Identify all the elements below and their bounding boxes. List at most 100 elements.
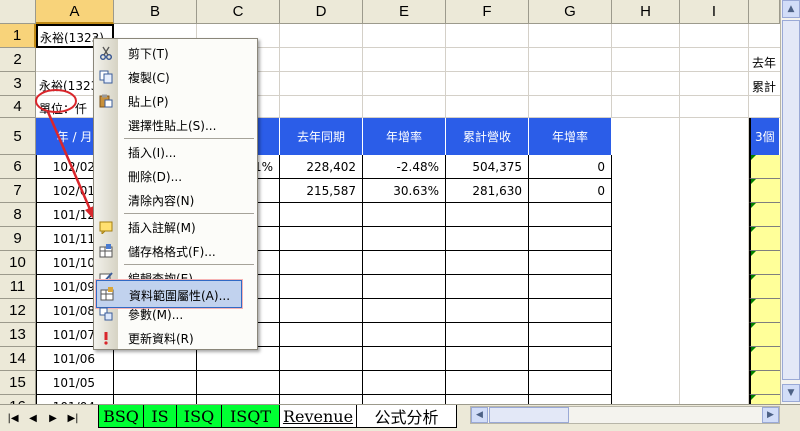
menu-item-parameters[interactable]: 參數(M)...: [94, 302, 257, 326]
table-cell[interactable]: [529, 395, 612, 404]
table-cell[interactable]: [197, 395, 280, 404]
tab-bsq[interactable]: BSQ: [98, 405, 143, 428]
scroll-up-button[interactable]: ▲: [782, 0, 800, 18]
tab-revenue[interactable]: Revenue: [279, 405, 357, 428]
column-header-h[interactable]: H: [612, 0, 680, 24]
table-cell[interactable]: [529, 323, 612, 347]
row-header-13[interactable]: 13: [0, 323, 36, 347]
table-cell[interactable]: [280, 323, 363, 347]
menu-item-paste-special[interactable]: 選擇性貼上(S)...: [94, 113, 257, 137]
table-cell[interactable]: [280, 395, 363, 404]
row-header-14[interactable]: 14: [0, 347, 36, 371]
table-cell[interactable]: [529, 227, 612, 251]
table-cell[interactable]: [446, 347, 529, 371]
column-header-e[interactable]: E: [363, 0, 446, 24]
next-sheet-icon[interactable]: ▶: [46, 410, 60, 426]
table-cell[interactable]: [529, 347, 612, 371]
table-cell[interactable]: [114, 347, 197, 371]
table-cell[interactable]: [446, 251, 529, 275]
row-header-2[interactable]: 2: [0, 48, 36, 72]
row-header-10[interactable]: 10: [0, 251, 36, 275]
tab-isq[interactable]: ISQ: [176, 405, 221, 428]
prev-sheet-icon[interactable]: ◀: [26, 410, 40, 426]
header-last-year[interactable]: 去年同期: [280, 118, 363, 155]
table-cell[interactable]: [114, 395, 197, 404]
table-cell[interactable]: [446, 371, 529, 395]
table-cell[interactable]: [446, 395, 529, 404]
cell-j2[interactable]: 去年: [752, 54, 776, 71]
yellow-cell[interactable]: [749, 323, 780, 347]
table-cell[interactable]: [529, 251, 612, 275]
table-cell[interactable]: 281,630: [446, 179, 529, 203]
table-cell[interactable]: 0: [529, 155, 612, 179]
table-cell-year-month[interactable]: 101/05: [36, 371, 114, 395]
hscroll-thumb[interactable]: [489, 407, 569, 423]
table-cell[interactable]: [529, 203, 612, 227]
yellow-cell[interactable]: [749, 179, 780, 203]
table-cell[interactable]: [280, 347, 363, 371]
tab-formula-analysis[interactable]: 公式分析: [357, 405, 457, 428]
select-all-corner[interactable]: [0, 0, 36, 24]
menu-item-copy[interactable]: 複製(C): [94, 65, 257, 89]
table-cell[interactable]: [446, 203, 529, 227]
menu-item-delete[interactable]: 刪除(D)...: [94, 164, 257, 188]
column-header-f[interactable]: F: [446, 0, 529, 24]
header-cumulative[interactable]: 累計營收: [446, 118, 529, 155]
menu-item-cut[interactable]: 剪下(T): [94, 41, 257, 65]
menu-item-insert[interactable]: 插入(I)...: [94, 140, 257, 164]
cell-j3[interactable]: 累計: [752, 78, 776, 95]
column-header-b[interactable]: B: [114, 0, 197, 24]
menu-item-format-cells[interactable]: 儲存格格式(F)...: [94, 239, 257, 263]
table-cell[interactable]: [197, 347, 280, 371]
yellow-cell[interactable]: [749, 371, 780, 395]
row-header-16[interactable]: 16: [0, 395, 36, 404]
yellow-cell[interactable]: [749, 347, 780, 371]
table-cell[interactable]: [363, 395, 446, 404]
column-header-d[interactable]: D: [280, 0, 363, 24]
row-header-11[interactable]: 11: [0, 275, 36, 299]
table-cell[interactable]: 504,375: [446, 155, 529, 179]
yellow-cell[interactable]: [749, 299, 780, 323]
row-header-15[interactable]: 15: [0, 371, 36, 395]
table-cell[interactable]: [114, 371, 197, 395]
table-cell[interactable]: [280, 203, 363, 227]
yellow-cell[interactable]: [749, 395, 780, 404]
table-cell[interactable]: [529, 371, 612, 395]
scroll-right-button[interactable]: ▶: [762, 407, 779, 423]
table-cell[interactable]: [529, 299, 612, 323]
table-cell[interactable]: [363, 275, 446, 299]
horizontal-scrollbar[interactable]: ◀ ▶: [470, 406, 780, 424]
menu-item-paste[interactable]: 貼上(P): [94, 89, 257, 113]
yellow-cell[interactable]: [749, 227, 780, 251]
table-cell[interactable]: [280, 275, 363, 299]
row-header-12[interactable]: 12: [0, 299, 36, 323]
table-cell[interactable]: [280, 299, 363, 323]
table-cell[interactable]: -2.48%: [363, 155, 446, 179]
table-cell[interactable]: 215,587: [280, 179, 363, 203]
table-cell[interactable]: [363, 251, 446, 275]
vertical-scrollbar[interactable]: ▲ ▼: [780, 0, 800, 404]
column-header-g[interactable]: G: [529, 0, 612, 24]
row-header-9[interactable]: 9: [0, 227, 36, 251]
table-cell[interactable]: [363, 227, 446, 251]
row-header-1[interactable]: 1: [0, 24, 36, 48]
yellow-cell[interactable]: [749, 275, 780, 299]
table-cell-year-month[interactable]: 101/06: [36, 347, 114, 371]
table-cell[interactable]: [363, 323, 446, 347]
yellow-cell[interactable]: [749, 251, 780, 275]
table-cell-year-month[interactable]: 101/04: [36, 395, 114, 404]
scroll-thumb[interactable]: [782, 20, 800, 380]
header-cumulative-yoy[interactable]: 年增率: [529, 118, 612, 155]
column-header-i[interactable]: I: [680, 0, 749, 24]
header-yoy[interactable]: 年增率: [363, 118, 446, 155]
scroll-left-button[interactable]: ◀: [471, 407, 488, 423]
menu-item-clear-contents[interactable]: 清除內容(N): [94, 188, 257, 212]
table-cell[interactable]: 0: [529, 179, 612, 203]
table-cell[interactable]: [197, 371, 280, 395]
table-cell[interactable]: [529, 275, 612, 299]
table-cell[interactable]: 228,402: [280, 155, 363, 179]
first-sheet-icon[interactable]: |◀: [6, 410, 20, 426]
menu-item-refresh-data[interactable]: 更新資料(R): [94, 326, 257, 350]
table-cell[interactable]: 30.63%: [363, 179, 446, 203]
table-cell[interactable]: [363, 347, 446, 371]
